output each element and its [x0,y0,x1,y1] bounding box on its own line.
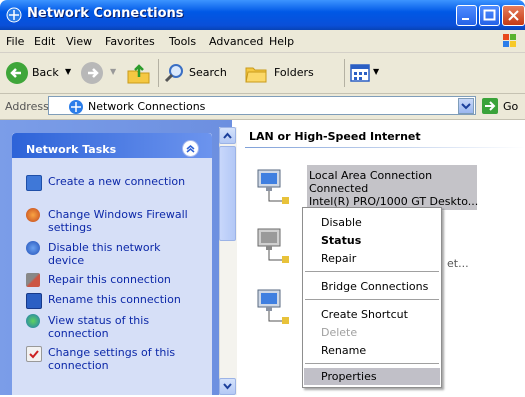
views-icon [350,64,370,82]
back-dropdown-icon[interactable]: ▼ [65,67,71,76]
toolbar: Back ▼ ▼ Search Folders ▼ [0,53,525,94]
section-title: LAN or High-Speed Internet [249,130,421,143]
go-arrow-icon [485,101,496,111]
search-button[interactable]: Search [163,61,233,85]
menu-item-disable[interactable]: Disable [321,216,362,229]
menu-item-bridge-connections[interactable]: Bridge Connections [321,280,428,293]
menu-item-repair[interactable]: Repair [321,252,356,265]
menu-item-create-shortcut[interactable]: Create Shortcut [321,308,408,321]
section-divider [245,147,525,148]
task-create-connection[interactable]: Create a new connection [48,175,198,188]
menu-favorites[interactable]: Favorites [105,35,155,48]
task-firewall-settings[interactable]: Change Windows Firewall settings [48,208,198,234]
address-bar: Address Network Connections Go [0,94,525,120]
up-folder-button[interactable] [125,61,153,85]
close-button[interactable] [502,5,525,26]
forward-button[interactable]: ▼ [80,61,120,85]
task-view-status[interactable]: View status of this connection [48,314,198,340]
menu-edit[interactable]: Edit [34,35,55,48]
menu-file[interactable]: File [6,35,24,48]
chevron-down-icon [223,383,232,390]
network-connections-icon [69,100,83,114]
folders-icon [245,67,267,83]
repair-icon [26,273,40,287]
menu-help[interactable]: Help [269,35,294,48]
connection-device-truncated: et... [447,257,469,270]
address-label: Address [5,100,49,113]
folders-button[interactable]: Folders [244,61,324,85]
menu-item-properties[interactable]: Properties [321,370,377,383]
address-dropdown-button[interactable] [458,98,474,114]
scroll-down-button[interactable] [219,378,236,395]
chevron-up-icon [223,132,232,139]
forward-arrow-icon [81,62,103,84]
network-connection-icon[interactable] [254,227,290,267]
scroll-up-button[interactable] [219,127,236,144]
collapse-button[interactable] [182,140,199,157]
task-rename-connection[interactable]: Rename this connection [48,293,198,306]
new-connection-icon [26,175,42,191]
task-disable-device[interactable]: Disable this network device [48,241,198,267]
status-icon [26,314,40,328]
menu-item-delete: Delete [321,326,358,339]
connection-name: Local Area Connection [309,169,433,182]
menu-separator [305,363,439,364]
menu-view[interactable]: View [66,35,92,48]
task-change-settings[interactable]: Change settings of this connection [48,346,198,372]
connection-status: Connected [309,182,369,195]
views-dropdown-icon[interactable]: ▼ [373,67,379,76]
views-button[interactable]: ▼ [350,61,390,85]
menu-bar: File Edit View Favorites Tools Advanced … [0,30,525,53]
menu-separator [305,299,439,300]
windows-logo-icon [500,31,520,51]
go-label[interactable]: Go [503,100,518,113]
maximize-button[interactable] [479,5,500,26]
network-connections-icon [6,7,22,23]
up-folder-icon [127,64,150,84]
address-value: Network Connections [88,100,206,113]
go-button[interactable] [482,98,498,114]
network-connection-icon[interactable] [254,288,290,328]
firewall-icon [26,208,40,222]
rename-icon [26,293,42,309]
network-tasks-title[interactable]: Network Tasks [26,143,116,156]
menu-item-rename[interactable]: Rename [321,344,366,357]
scroll-thumb[interactable] [219,146,236,241]
window-title: Network Connections [27,6,184,21]
network-connection-icon[interactable] [254,168,290,208]
menu-separator [305,271,439,272]
context-menu: Disable Status Repair Bridge Connections… [302,207,442,388]
settings-icon [26,346,42,362]
search-icon [164,64,183,83]
menu-tools[interactable]: Tools [169,35,196,48]
menu-advanced[interactable]: Advanced [209,35,263,48]
back-arrow-icon [6,62,28,84]
menu-item-status[interactable]: Status [321,234,361,247]
chevron-up-icon [186,145,195,153]
minimize-button[interactable] [456,5,477,26]
task-repair-connection[interactable]: Repair this connection [48,273,198,286]
forward-dropdown-icon[interactable]: ▼ [110,67,116,76]
chevron-down-icon [461,103,471,110]
disable-device-icon [26,241,40,255]
back-button[interactable]: Back ▼ [5,61,75,85]
